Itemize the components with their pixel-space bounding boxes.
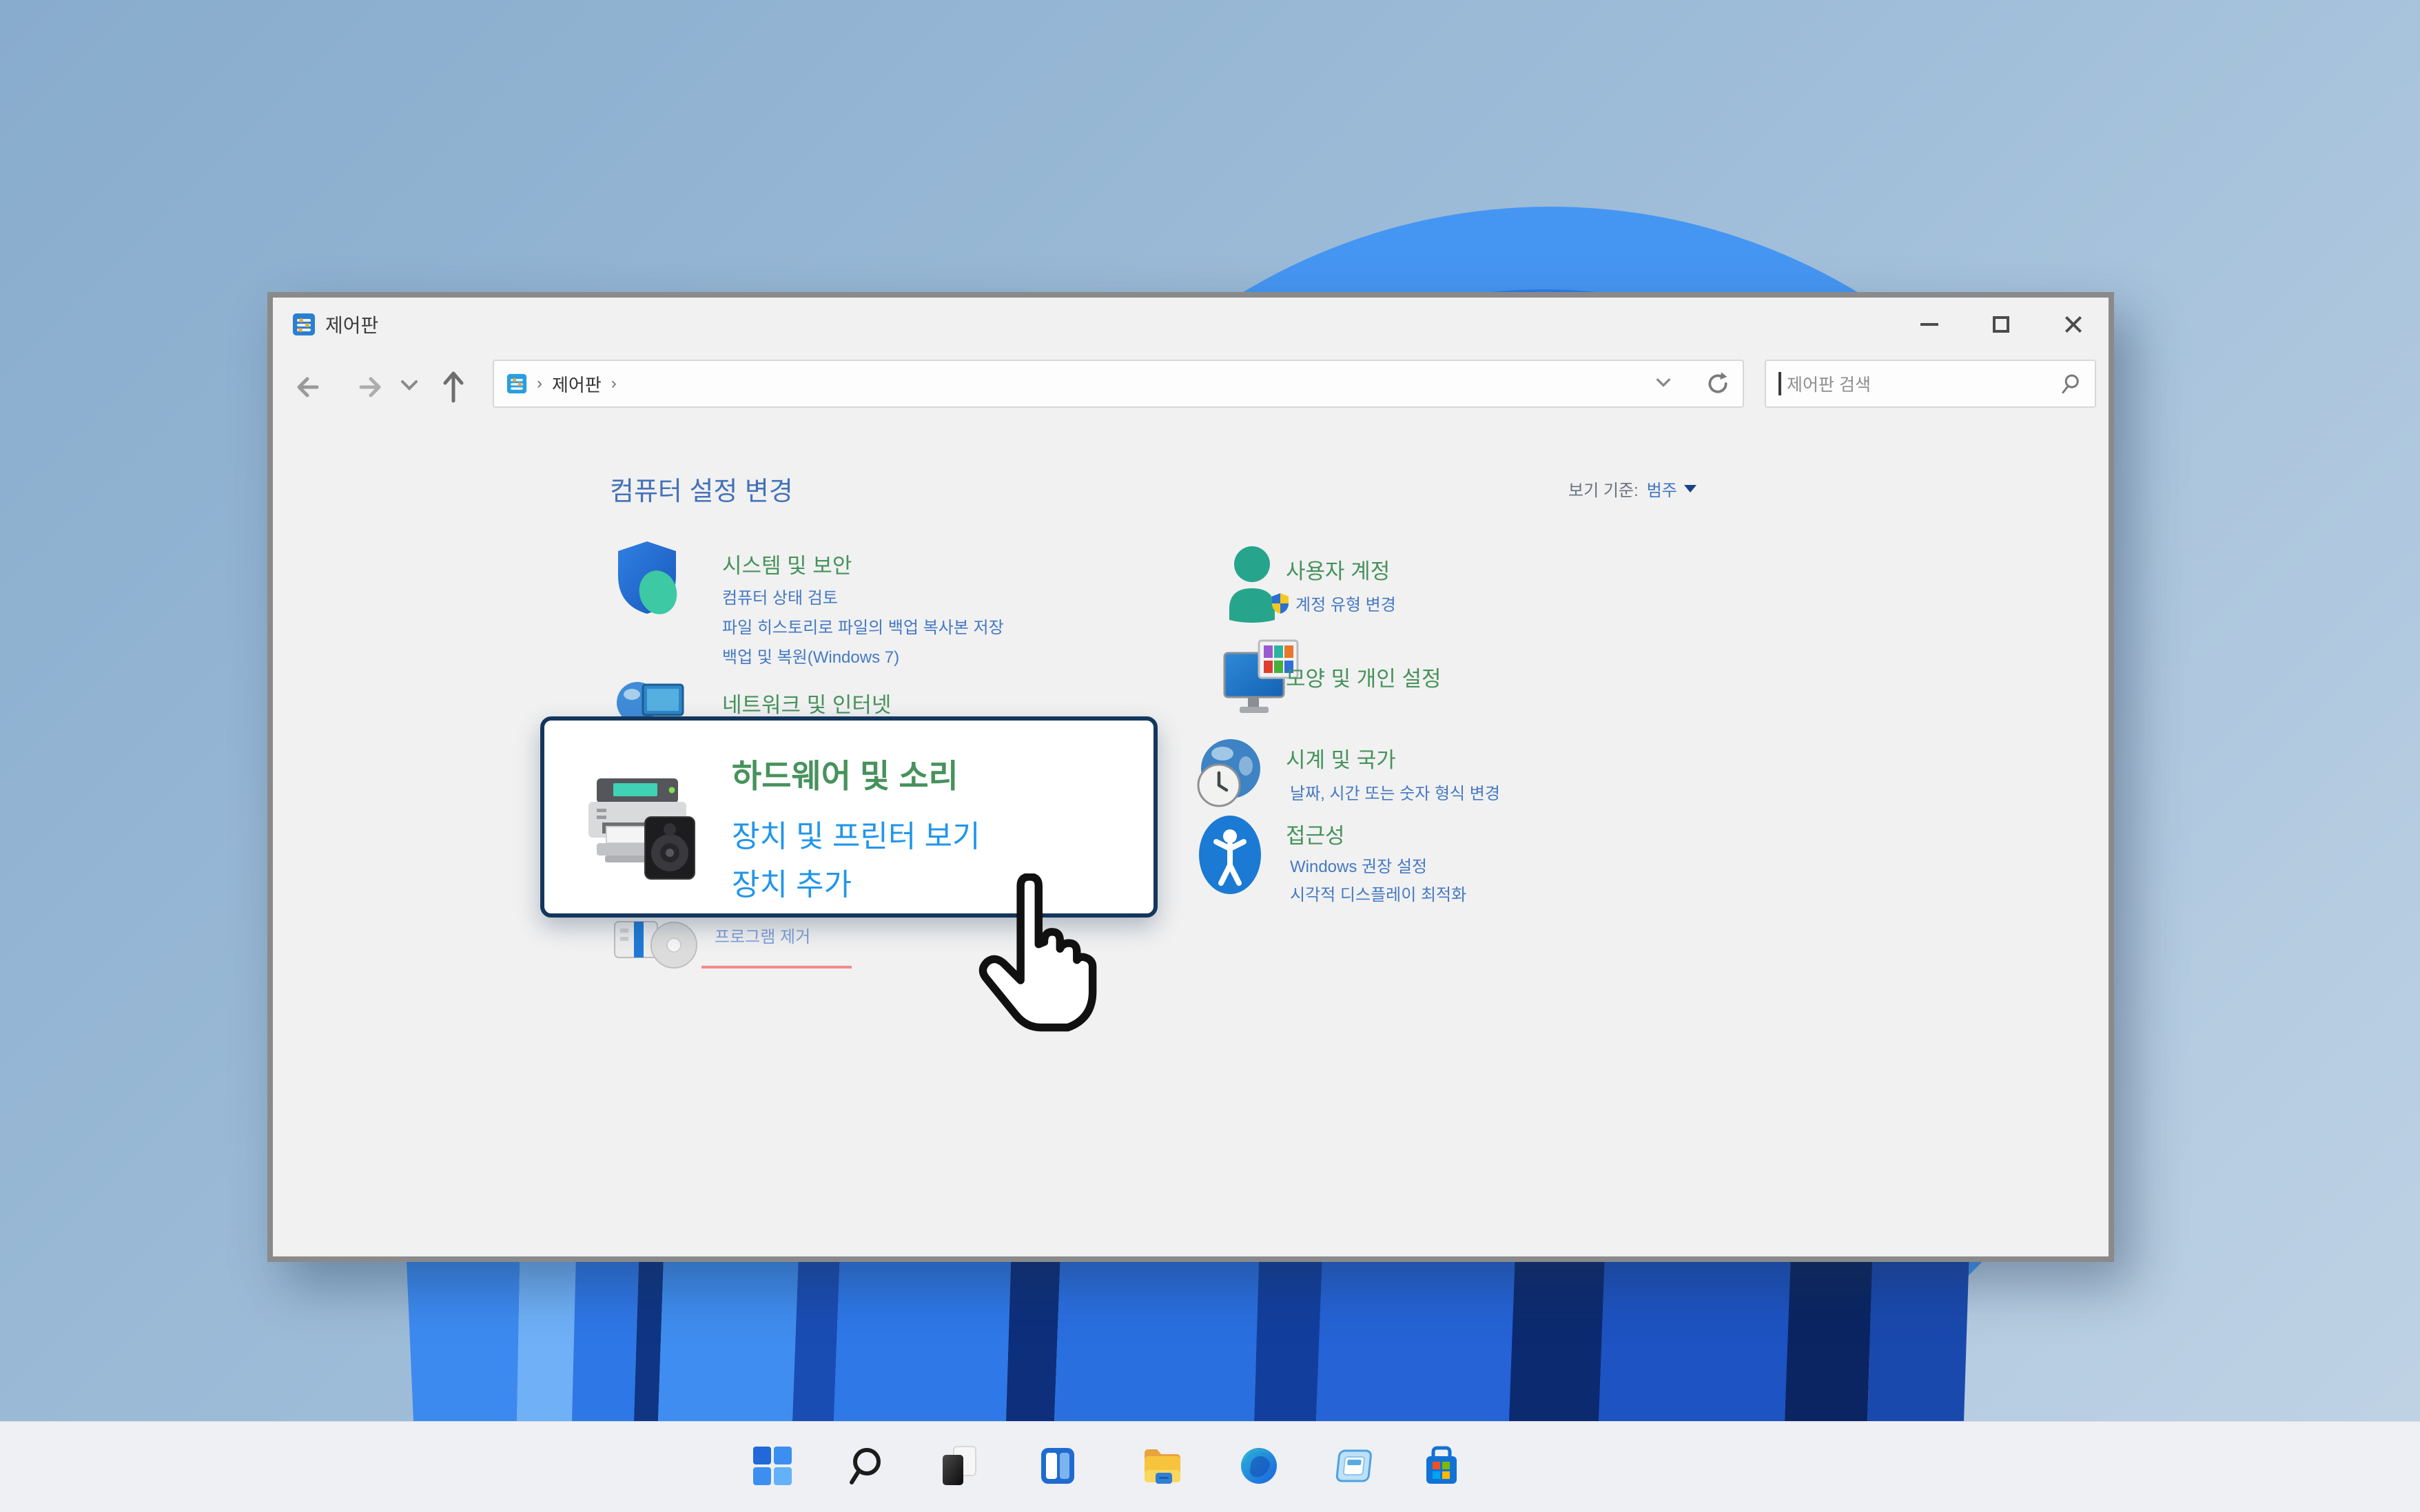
link-change-date-time-number-format[interactable]: 날짜, 시간 또는 숫자 형식 변경	[1290, 780, 1500, 804]
windows-start-button[interactable]	[752, 1445, 793, 1487]
category-clock-region[interactable]: 시계 및 국가	[1286, 743, 1396, 774]
shield-icon[interactable]	[615, 540, 679, 616]
category-user-accounts[interactable]: 사용자 계정	[1286, 554, 1390, 585]
user-accounts-sublink-row: 계정 유형 변경	[1271, 591, 1396, 615]
link-add-device[interactable]: 장치 추가	[732, 860, 852, 904]
maximize-button[interactable]	[1965, 298, 2037, 351]
search-input[interactable]: 제어판 검색	[1765, 360, 2096, 408]
system-security-links: 컴퓨터 상태 검토 파일 히스토리로 파일의 백업 복사본 저장 백업 및 복원…	[722, 583, 1004, 672]
file-explorer-icon[interactable]	[1142, 1445, 1183, 1487]
triangle-down-icon	[1684, 485, 1696, 493]
maximize-icon	[1993, 316, 2009, 333]
minimize-button[interactable]	[1894, 298, 1965, 351]
link-file-history-backup[interactable]: 파일 히스토리로 파일의 백업 복사본 저장	[722, 613, 1004, 643]
titlebar: 제어판	[273, 298, 2109, 351]
view-by-control[interactable]: 보기 기준: 범주	[1568, 477, 1696, 501]
category-network-internet[interactable]: 네트워크 및 인터넷	[722, 687, 891, 718]
category-system-security[interactable]: 시스템 및 보안	[722, 548, 852, 579]
back-button[interactable]	[289, 365, 334, 409]
page-title: 컴퓨터 설정 변경	[610, 470, 793, 508]
globe-clock-icon[interactable]	[1196, 736, 1261, 813]
user-icon[interactable]	[1227, 546, 1278, 623]
breadcrumb-separator: ›	[611, 374, 617, 393]
accessibility-icon[interactable]	[1198, 814, 1262, 895]
view-by-value[interactable]: 범주	[1647, 477, 1677, 501]
link-windows-suggested-settings[interactable]: Windows 권장 설정	[1290, 853, 1466, 881]
desktops-icon[interactable]	[1332, 1445, 1373, 1487]
close-icon	[2063, 315, 2082, 334]
text-caret	[1778, 372, 1781, 395]
clock-region-sublink-row: 날짜, 시간 또는 숫자 형식 변경	[1290, 780, 1500, 804]
search-placeholder: 제어판 검색	[1787, 371, 2059, 396]
refresh-icon[interactable]	[1704, 370, 1732, 397]
breadcrumb-control-panel-icon	[506, 373, 527, 394]
control-panel-window: 제어판 ›	[267, 292, 2114, 1262]
disc-usb-icon[interactable]	[613, 919, 703, 969]
control-panel-icon	[292, 313, 316, 336]
forward-button[interactable]	[345, 365, 389, 409]
link-uninstall-program[interactable]: 프로그램 제거	[715, 923, 810, 947]
red-underline-highlight	[701, 966, 852, 969]
breadcrumb-separator: ›	[537, 374, 542, 393]
address-bar[interactable]: › 제어판 ›	[493, 360, 1744, 408]
close-button[interactable]	[2037, 298, 2109, 351]
taskbar	[0, 1421, 2420, 1512]
window-title: 제어판	[325, 311, 378, 338]
category-hardware-sound[interactable]: 하드웨어 및 소리	[732, 749, 958, 797]
address-dropdown-chevron-icon[interactable]	[1653, 375, 1674, 393]
ease-of-access-links: Windows 권장 설정 시각적 디스플레이 최적화	[1290, 853, 1466, 909]
uac-shield-icon	[1271, 592, 1290, 614]
link-check-computer-status[interactable]: 컴퓨터 상태 검토	[722, 583, 1004, 613]
printer-speaker-icon[interactable]	[577, 777, 699, 882]
task-view-icon[interactable]	[939, 1445, 980, 1487]
microsoft-store-icon[interactable]	[1421, 1445, 1462, 1487]
category-ease-of-access[interactable]: 접근성	[1286, 818, 1345, 849]
edge-icon[interactable]	[1238, 1445, 1280, 1487]
category-appearance-personalization[interactable]: 모양 및 개인 설정	[1286, 661, 1441, 692]
minimize-icon	[1920, 323, 1938, 326]
link-change-account-type[interactable]: 계정 유형 변경	[1295, 591, 1396, 615]
toolbar: › 제어판 › 제어판 검색	[273, 351, 2109, 423]
link-backup-restore-win7[interactable]: 백업 및 복원(Windows 7)	[722, 643, 1004, 672]
breadcrumb-control-panel[interactable]: 제어판	[552, 371, 602, 397]
link-view-devices-printers[interactable]: 장치 및 프린터 보기	[732, 811, 981, 856]
recent-pages-chevron-icon[interactable]	[397, 376, 422, 397]
view-by-label: 보기 기준:	[1568, 477, 1639, 501]
taskbar-search-icon[interactable]	[845, 1445, 886, 1487]
hand-cursor	[969, 873, 1104, 1044]
search-icon[interactable]	[2059, 372, 2082, 395]
widgets-icon[interactable]	[1037, 1445, 1078, 1487]
up-button[interactable]	[431, 365, 475, 409]
link-optimize-visual-display[interactable]: 시각적 디스플레이 최적화	[1290, 881, 1466, 909]
